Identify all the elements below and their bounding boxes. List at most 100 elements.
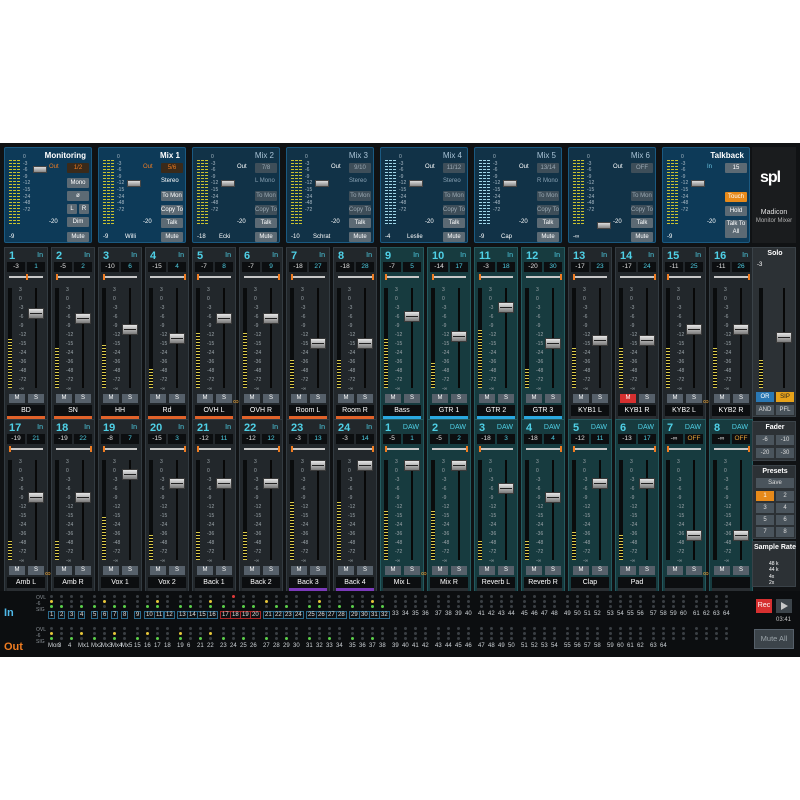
solo-button[interactable]: S — [216, 566, 232, 575]
channel-input-select[interactable]: 17 — [638, 434, 656, 444]
mix-out-value[interactable]: 7/8 — [255, 163, 277, 173]
channel-name[interactable]: HH — [101, 405, 139, 416]
channel-name[interactable]: Mix L — [383, 577, 421, 588]
fader-track[interactable] — [458, 460, 460, 560]
channel-name[interactable]: Bass — [383, 405, 421, 416]
mute-button[interactable]: M — [714, 394, 730, 403]
pan-control[interactable] — [291, 274, 325, 280]
channel-fader[interactable] — [451, 460, 467, 471]
channel-name[interactable]: Amb L — [7, 577, 45, 588]
talk-button[interactable]: Talk — [631, 218, 653, 228]
channel-name[interactable]: BD — [7, 405, 45, 416]
fader-track[interactable] — [505, 460, 507, 560]
mute-button[interactable]: M — [573, 566, 589, 575]
channel-fader[interactable] — [28, 307, 44, 319]
preset-save-button[interactable]: Save — [756, 478, 794, 488]
mix-master-fader[interactable] — [503, 180, 517, 187]
solo-button[interactable]: S — [639, 394, 655, 403]
channel-input-select[interactable]: 2 — [74, 262, 92, 272]
mute-button[interactable]: M — [56, 394, 72, 403]
solo-button[interactable]: S — [169, 394, 185, 403]
pan-control[interactable] — [714, 274, 750, 280]
channel-name[interactable]: Back 4 — [336, 577, 374, 588]
pan-control[interactable] — [9, 274, 43, 280]
pan-control[interactable] — [338, 274, 374, 280]
channel-fader[interactable] — [122, 324, 138, 335]
channel-fader[interactable] — [498, 482, 514, 494]
mix-out-value[interactable]: 11/12 — [443, 163, 465, 173]
channel-name[interactable]: Clap — [571, 577, 609, 588]
stereo-link-icon[interactable]: ∞ — [703, 397, 709, 406]
solo-button[interactable]: S — [122, 394, 138, 403]
mute-button[interactable]: M — [385, 394, 401, 403]
pan-control[interactable] — [56, 446, 92, 452]
pan-control[interactable] — [56, 274, 90, 280]
to-mon-button[interactable]: To Mon — [631, 191, 653, 201]
channel-fader[interactable] — [216, 478, 232, 489]
mono-button[interactable]: Mono — [67, 178, 89, 188]
mute-all-button[interactable]: Mute All — [754, 629, 794, 649]
mute-button[interactable]: M — [667, 566, 683, 575]
stereo-link-icon[interactable]: ∞ — [421, 569, 427, 578]
channel-input-select[interactable]: 1 — [403, 434, 421, 444]
or-button[interactable]: OR — [756, 392, 774, 402]
pan-control[interactable] — [103, 446, 137, 452]
solo-button[interactable]: S — [310, 394, 326, 403]
channel-fader[interactable] — [639, 478, 655, 489]
pan-control[interactable] — [620, 446, 656, 452]
mute-button[interactable]: M — [244, 566, 260, 575]
pan-control[interactable] — [667, 446, 701, 452]
mute-button[interactable]: M — [526, 394, 542, 403]
to-mon-button[interactable]: To Mon — [161, 191, 183, 201]
mix-master-fader[interactable] — [127, 180, 141, 187]
channel-input-select[interactable]: 22 — [74, 434, 92, 444]
pan-control[interactable] — [432, 274, 466, 280]
channel-name[interactable]: Room L — [289, 405, 327, 416]
preset-4-button[interactable]: 4 — [776, 503, 794, 513]
channel-fader[interactable] — [122, 469, 138, 480]
channel-fader[interactable] — [310, 338, 326, 350]
solo-button[interactable]: S — [686, 566, 702, 575]
pan-control[interactable] — [432, 446, 468, 452]
pan-control[interactable] — [573, 446, 607, 452]
fader-track[interactable] — [740, 288, 742, 388]
fader-track[interactable] — [82, 288, 84, 388]
channel-input-select[interactable]: 25 — [685, 262, 703, 272]
solo-button[interactable]: S — [28, 566, 44, 575]
channel-input-select[interactable]: 23 — [591, 262, 609, 272]
solo-button[interactable]: S — [404, 566, 420, 575]
channel-name[interactable]: GTR 3 — [524, 405, 562, 416]
channel-name[interactable]: OVH R — [242, 405, 280, 416]
channel-input-select[interactable]: 6 — [121, 262, 139, 272]
channel-name[interactable]: KYB1 L — [571, 405, 609, 416]
pan-control[interactable] — [197, 446, 231, 452]
channel-fader[interactable] — [310, 460, 326, 471]
copy-to-button[interactable]: Copy To — [255, 204, 277, 215]
solo-button[interactable]: S — [451, 394, 467, 403]
mix-mute-button[interactable]: Mute — [255, 231, 277, 242]
channel-name[interactable] — [712, 577, 750, 588]
stereo-link-icon[interactable]: ∞ — [233, 397, 239, 406]
channel-fader[interactable] — [639, 334, 655, 346]
solo-button[interactable]: S — [75, 394, 91, 403]
mute-button[interactable]: M — [150, 394, 166, 403]
channel-fader[interactable] — [545, 491, 561, 503]
to-mon-button[interactable]: To Mon — [255, 191, 277, 201]
solo-button[interactable]: S — [28, 394, 44, 403]
channel-input-select[interactable]: 2 — [450, 434, 468, 444]
fader-track[interactable] — [552, 460, 554, 560]
fader-minus30-button[interactable]: -30 — [776, 448, 794, 458]
fader-minus10-button[interactable]: -10 — [776, 435, 794, 445]
to-mon-button[interactable]: To Mon — [349, 191, 371, 201]
fader-track[interactable] — [35, 288, 37, 388]
pfl-button[interactable]: PFL — [776, 405, 794, 415]
channel-input-select[interactable]: OFF — [685, 434, 703, 444]
channel-input-select[interactable]: 9 — [262, 262, 280, 272]
channel-name[interactable]: Amb R — [54, 577, 92, 588]
channel-input-select[interactable]: 17 — [450, 262, 468, 272]
to-mon-button[interactable]: To Mon — [537, 191, 559, 201]
channel-fader[interactable] — [592, 334, 608, 346]
mute-button[interactable]: M — [9, 566, 25, 575]
record-button[interactable]: Rec — [756, 599, 772, 613]
mute-button[interactable]: M — [56, 566, 72, 575]
